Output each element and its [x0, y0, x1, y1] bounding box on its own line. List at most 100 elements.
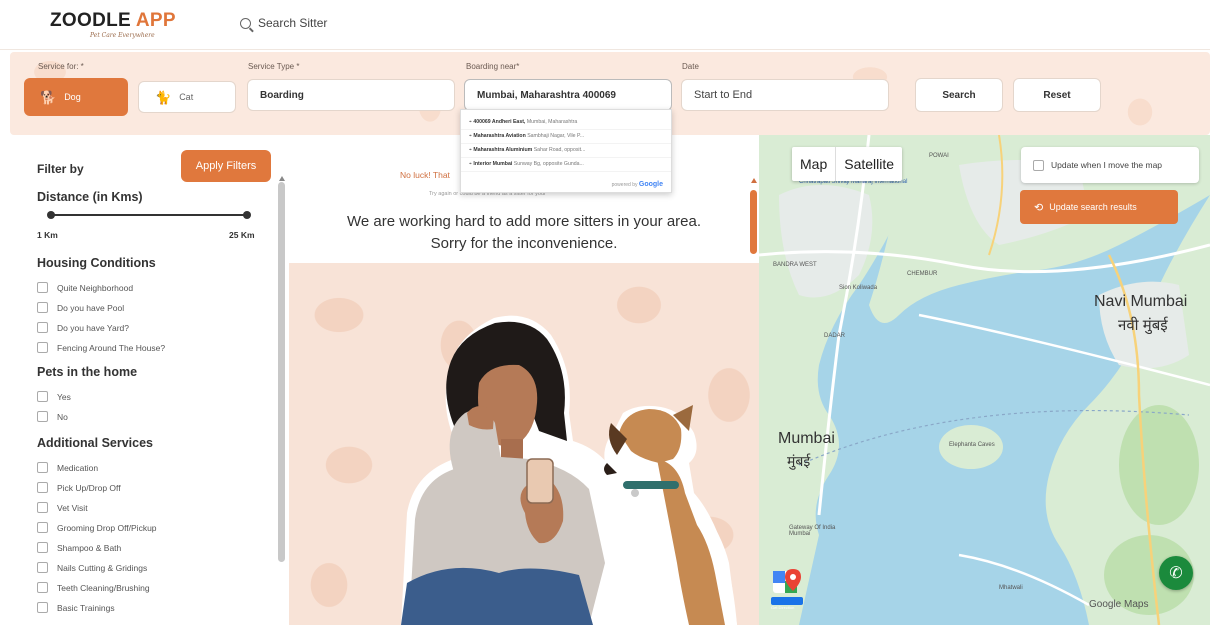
checkbox[interactable] [37, 282, 48, 293]
additional-option[interactable]: Basic Trainings [37, 602, 115, 613]
additional-option[interactable]: Pick Up/Drop Off [37, 482, 121, 493]
google-maps-attribution: Google Maps [1089, 599, 1149, 610]
sidebar-scrollbar[interactable] [278, 182, 285, 562]
tab-map[interactable]: Map [792, 147, 835, 181]
option-label: Vet Visit [57, 502, 88, 513]
map-label-navi-mumbai-hindi: नवी मुंबई [1118, 317, 1168, 334]
checkbox[interactable] [37, 542, 48, 553]
checkbox[interactable] [37, 391, 48, 402]
service-dog-label: Dog [64, 92, 81, 102]
option-label: Quite Neighborhood [57, 282, 134, 293]
pets-option[interactable]: Yes [37, 391, 71, 402]
distance-slider[interactable] [47, 211, 251, 219]
map-label-mumbai: Mumbai [778, 430, 835, 447]
sidebar-scroll-up-icon[interactable] [279, 176, 285, 181]
option-label: Do you have Yard? [57, 322, 129, 333]
brand-name: ZOODLE APP [50, 10, 180, 32]
autocomplete-item-main: Maharashtra Aluminium [473, 147, 533, 153]
checkbox[interactable] [37, 602, 48, 613]
additional-option[interactable]: Shampoo & Bath [37, 542, 121, 553]
map-label-elephanta: Elephanta Caves [949, 442, 995, 448]
get-direction-icon[interactable] [771, 567, 803, 607]
refresh-icon: ⟲ [1034, 201, 1044, 214]
date-label: Date [682, 62, 699, 71]
service-for-label: Service for: * [38, 62, 84, 71]
search-button[interactable]: Search [915, 78, 1003, 112]
checkbox[interactable] [37, 411, 48, 422]
distance-title: Distance (in Kms) [37, 190, 143, 204]
option-label: Grooming Drop Off/Pickup [57, 522, 157, 533]
no-luck-text: No luck! That [400, 170, 450, 180]
housing-option[interactable]: Quite Neighborhood [37, 282, 133, 293]
google-logo: Google [638, 181, 663, 188]
map-label-dadar: DADAR [824, 333, 846, 339]
date-range-input[interactable]: Start to End [681, 79, 889, 111]
housing-option[interactable]: Do you have Pool [37, 302, 124, 313]
autocomplete-item-main: Interior Mumbai [473, 161, 513, 167]
search-sitter-link[interactable]: Search Sitter [240, 16, 327, 30]
slider-max-handle[interactable] [243, 211, 251, 219]
tab-satellite[interactable]: Satellite [835, 147, 902, 181]
map-label-navi-mumbai: Navi Mumbai [1094, 293, 1188, 310]
checkbox[interactable] [37, 562, 48, 573]
brand-tagline: Pet Care Everywhere [90, 32, 155, 39]
autocomplete-item-detail: Sunway Bg, opposite Gunda... [512, 161, 584, 167]
update-search-results-button[interactable]: ⟲ Update search results [1020, 190, 1178, 224]
autocomplete-item-detail: Sahar Road, opposit... [532, 147, 586, 153]
housing-option[interactable]: Fencing Around The House? [37, 342, 165, 353]
map-label-powai: POWAI [929, 153, 949, 159]
option-label: Medication [57, 462, 99, 473]
pets-option[interactable]: No [37, 411, 68, 422]
checkbox[interactable] [37, 502, 48, 513]
autocomplete-item-main: Maharashtra Aviation [473, 133, 526, 139]
map-label-mhatwali: Mhatwali [999, 585, 1023, 591]
filter-by-title: Filter by [37, 162, 84, 176]
results-scroll-up-icon[interactable] [751, 178, 757, 183]
service-cat-button[interactable]: 🐈 Cat [138, 81, 236, 113]
autocomplete-item[interactable]: ⌖ Maharashtra Aluminium Sahar Road, oppo… [461, 144, 671, 158]
reset-button[interactable]: Reset [1013, 78, 1101, 112]
map-panel[interactable]: Chhatrapati Shivaji Maharaj Internationa… [759, 135, 1210, 625]
woman-with-dog-illustration [401, 315, 737, 625]
slider-min-handle[interactable] [47, 211, 55, 219]
checkbox[interactable] [37, 582, 48, 593]
checkbox[interactable] [37, 342, 48, 353]
option-label: Basic Trainings [57, 602, 115, 613]
checkbox[interactable] [1033, 159, 1044, 171]
checkbox[interactable] [37, 302, 48, 313]
autocomplete-item[interactable]: ⌖ 400069 Andheri East, Mumbai, Maharasht… [461, 116, 671, 130]
map-label-gateway: Gateway Of India Mumbai [789, 525, 836, 537]
option-label: Do you have Pool [57, 302, 125, 313]
option-label: Teeth Cleaning/Brushing [57, 582, 150, 593]
additional-title: Additional Services [37, 436, 154, 450]
additional-option[interactable]: Nails Cutting & Gridings [37, 562, 147, 573]
filter-sidebar: Filter by Apply Filters Distance (in Kms… [24, 140, 276, 625]
brand-logo[interactable]: ZOODLE APP Pet Care Everywhere [50, 10, 180, 42]
checkbox[interactable] [37, 462, 48, 473]
apply-filters-button[interactable]: Apply Filters [181, 150, 271, 182]
service-type-select[interactable]: Boarding [247, 79, 455, 111]
working-hard-text: We are working hard to add more sitters … [346, 213, 702, 230]
dog-icon: 🐕 [40, 89, 57, 105]
service-dog-button[interactable]: 🐕 Dog [24, 78, 128, 116]
checkbox[interactable] [37, 322, 48, 333]
autocomplete-item[interactable]: ⌖ Maharashtra Aviation Sambhaji Nagar, V… [461, 130, 671, 144]
option-label: Fencing Around The House? [57, 342, 166, 353]
additional-option[interactable]: Teeth Cleaning/Brushing [37, 582, 150, 593]
checkbox[interactable] [37, 522, 48, 533]
update-search-results-label: Update search results [1049, 202, 1137, 212]
autocomplete-item[interactable]: ⌖ Interior Mumbai Sunway Bg, opposite Gu… [461, 158, 671, 172]
brand-name-part2: APP [135, 10, 176, 31]
checkbox[interactable] [37, 482, 48, 493]
results-scrollbar[interactable] [750, 190, 757, 254]
map-label-sion: Sion Koliwada [839, 285, 878, 291]
whatsapp-icon[interactable]: ✆ [1159, 556, 1193, 590]
additional-option[interactable]: Vet Visit [37, 502, 88, 513]
additional-option[interactable]: Medication [37, 462, 98, 473]
get-direction-label: Get Direction [771, 605, 795, 610]
app-root: ZOODLE APP Pet Care Everywhere Search Si… [0, 0, 1210, 625]
update-on-move-checkbox[interactable]: Update when I move the map [1021, 147, 1199, 183]
boarding-near-input[interactable]: Mumbai, Maharashtra 400069 [464, 79, 672, 111]
housing-option[interactable]: Do you have Yard? [37, 322, 129, 333]
additional-option[interactable]: Grooming Drop Off/Pickup [37, 522, 157, 533]
